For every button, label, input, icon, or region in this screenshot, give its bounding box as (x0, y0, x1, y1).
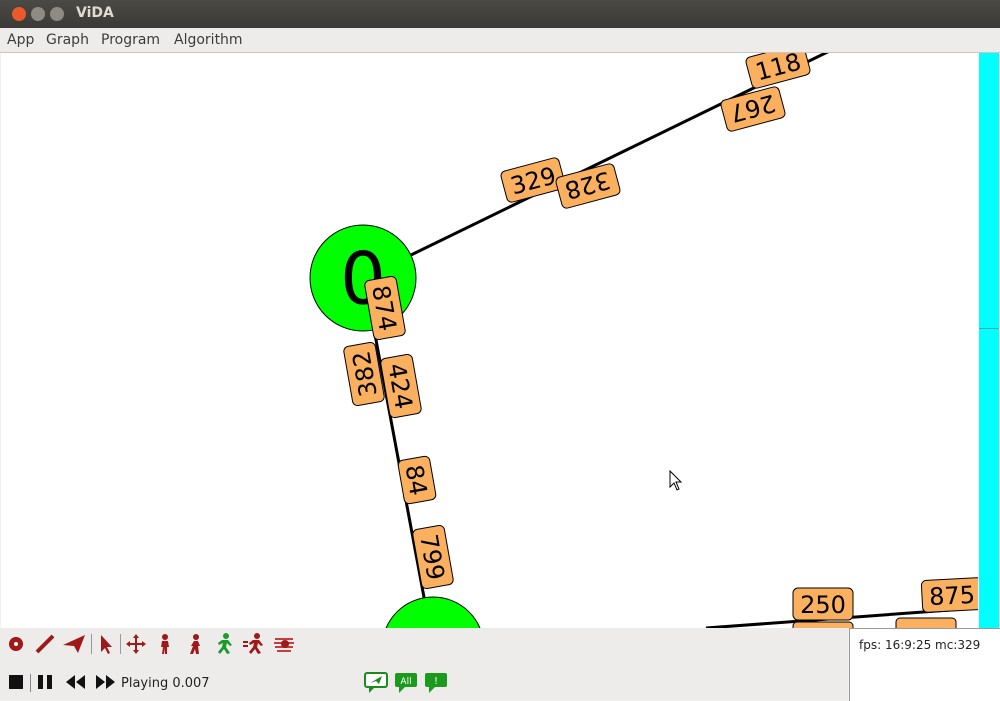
menu-app[interactable]: App (7, 32, 34, 48)
title-bar: ViDA (0, 0, 1000, 28)
graph-edge[interactable] (410, 53, 846, 257)
graph-canvas[interactable]: 0 118 267 329 328 874 382 424 84 799 250… (1, 53, 978, 628)
fast-run-tool-icon[interactable] (242, 632, 266, 656)
message-all-button[interactable]: All (394, 672, 418, 693)
svg-text:118: 118 (753, 53, 804, 86)
tool-bar: Playing 0.007 All ! (0, 628, 848, 700)
agent-tool-icon[interactable] (153, 632, 177, 656)
edge-label[interactable]: 424 (380, 353, 422, 419)
toolbar-separator (120, 634, 121, 654)
run-tool-icon[interactable] (212, 632, 236, 656)
edge-label-clipped (895, 617, 957, 628)
pause-button[interactable] (36, 670, 56, 694)
playback-status: Playing 0.007 (121, 676, 210, 691)
minimize-window-button[interactable] (31, 7, 45, 21)
graph-edges (369, 53, 978, 628)
menu-program[interactable]: Program (101, 32, 160, 48)
menu-algorithm[interactable]: Algorithm (174, 32, 243, 48)
svg-text:328: 328 (562, 166, 613, 205)
send-message-button[interactable] (364, 672, 388, 693)
node-tool-icon[interactable] (4, 632, 28, 656)
graph-node-1[interactable] (382, 596, 484, 628)
fps-readout: fps: 16:9:25 mc:329 (859, 638, 981, 652)
stop-agents-icon[interactable] (272, 632, 296, 656)
sidebar-panel (978, 53, 1000, 628)
toolbar-separator (30, 674, 31, 692)
window-title: ViDA (76, 5, 114, 21)
edge-label[interactable]: 267 (720, 86, 786, 132)
edge-label[interactable]: 875 (920, 577, 978, 613)
side-divider (979, 328, 999, 329)
svg-text:875: 875 (928, 581, 975, 611)
edge-label[interactable]: 250 (792, 587, 854, 621)
fast-forward-button[interactable] (94, 670, 118, 694)
move-tool-icon[interactable] (124, 632, 148, 656)
edge-label[interactable]: 328 (555, 163, 621, 209)
svg-text:267: 267 (727, 89, 778, 128)
alert-message-button[interactable]: ! (424, 672, 448, 693)
svg-text:All: All (400, 677, 411, 687)
edge-tool-icon[interactable] (33, 632, 57, 656)
edge-labels: 118 267 329 328 874 382 424 84 799 250 8… (343, 53, 978, 628)
side-scrollbar[interactable] (979, 53, 999, 628)
svg-text:250: 250 (800, 591, 846, 619)
svg-text:329: 329 (508, 162, 559, 201)
svg-text:!: ! (434, 676, 438, 687)
menu-bar: App Graph Program Algorithm (0, 28, 1000, 53)
menu-graph[interactable]: Graph (46, 32, 89, 48)
walk-tool-icon[interactable] (183, 632, 207, 656)
edge-label[interactable]: 799 (412, 524, 454, 590)
stop-button[interactable] (7, 670, 25, 694)
send-tool-icon[interactable] (62, 632, 86, 656)
close-window-button[interactable] (12, 7, 26, 21)
fps-panel: fps: 16:9:25 mc:329 (849, 628, 1000, 701)
rewind-button[interactable] (64, 670, 88, 694)
edge-label[interactable]: 118 (745, 53, 811, 89)
svg-text:84: 84 (400, 463, 433, 498)
edge-label[interactable]: 84 (397, 455, 437, 505)
mouse-cursor-icon (669, 469, 683, 491)
select-tool-icon[interactable] (94, 632, 118, 656)
toolbar-separator (91, 634, 92, 654)
maximize-window-button[interactable] (50, 7, 64, 21)
